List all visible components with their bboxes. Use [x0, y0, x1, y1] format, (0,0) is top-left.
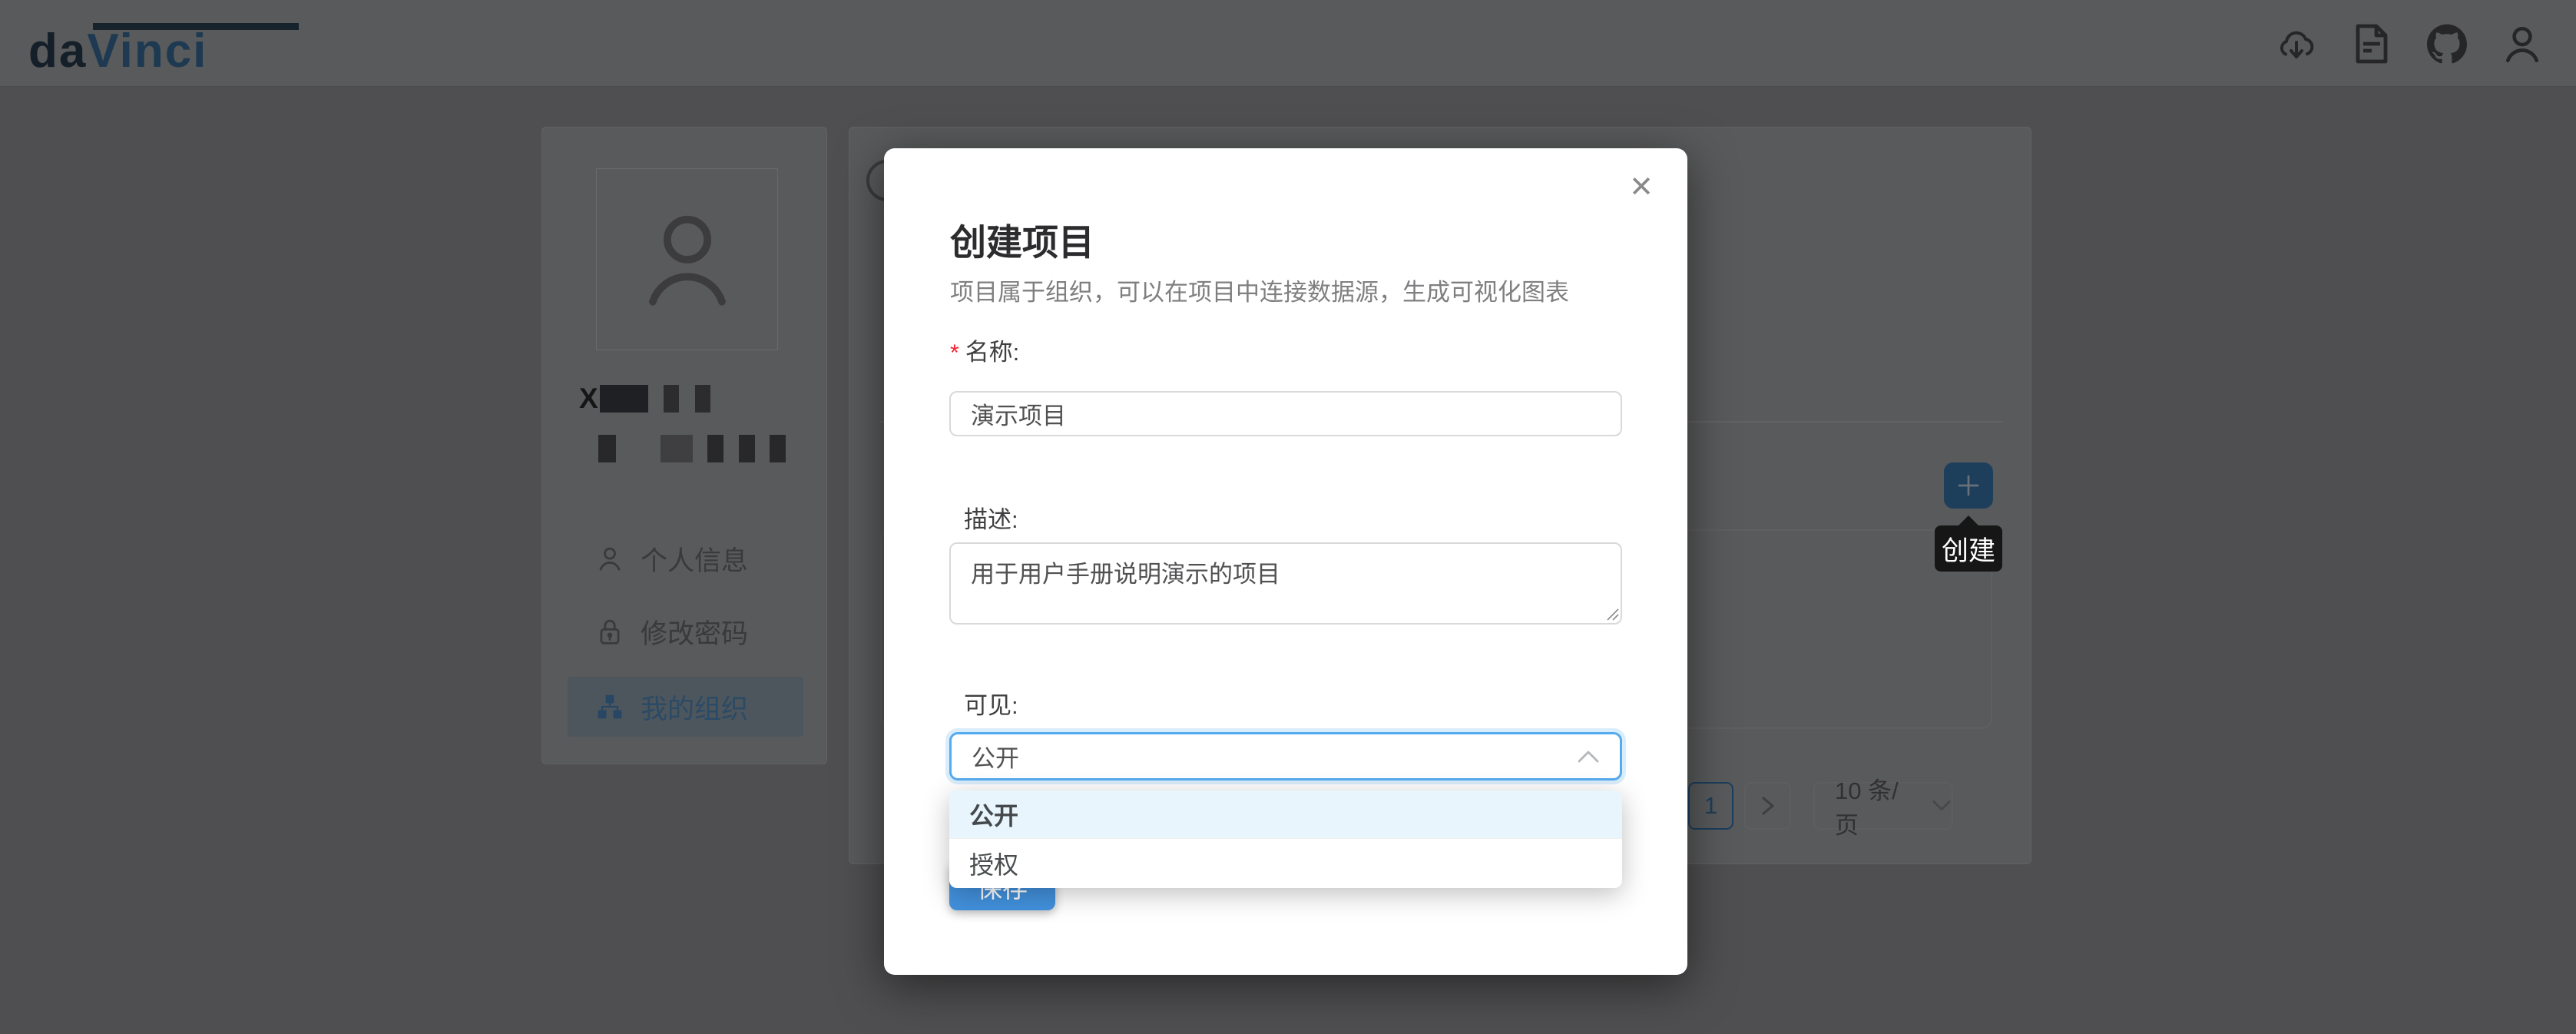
- description-label: 描述:: [964, 500, 1018, 535]
- visibility-dropdown: 公开 授权: [949, 790, 1622, 888]
- dropdown-option-authorized[interactable]: 授权: [949, 839, 1622, 887]
- app-root: da Vinci: [0, 0, 2576, 1034]
- close-icon[interactable]: ✕: [1629, 173, 1654, 202]
- create-tooltip: 创建: [1935, 525, 2002, 572]
- project-description-textarea[interactable]: 用于用户手册说明演示的项目: [949, 542, 1622, 625]
- name-label: *名称:: [950, 333, 1019, 367]
- visibility-label: 可见:: [964, 686, 1018, 721]
- dropdown-option-public[interactable]: 公开: [949, 790, 1622, 839]
- chevron-up-icon: [1577, 749, 1600, 764]
- modal-title: 创建项目: [950, 213, 1094, 266]
- visibility-select[interactable]: 公开: [949, 732, 1622, 780]
- tooltip-arrow: [1958, 515, 1979, 526]
- name-label-text: 名称:: [965, 339, 1020, 366]
- modal-subtitle: 项目属于组织，可以在项目中连接数据源，生成可视化图表: [950, 273, 1569, 307]
- create-project-modal: ✕ 创建项目 项目属于组织，可以在项目中连接数据源，生成可视化图表 *名称: 描…: [884, 148, 1687, 975]
- tooltip-label: 创建: [1942, 529, 1995, 568]
- project-name-input[interactable]: [949, 391, 1622, 436]
- required-asterisk: *: [950, 340, 959, 366]
- visibility-select-value: 公开: [972, 739, 1019, 774]
